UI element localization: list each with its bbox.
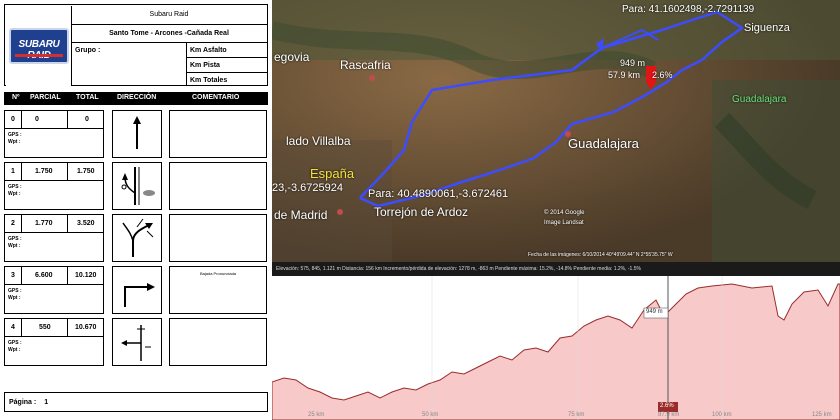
- map-label-espana: España: [310, 166, 355, 181]
- col-direccion: DIRECCIÓN: [117, 94, 157, 101]
- turn-left-icon: [121, 325, 151, 361]
- comment-cell[interactable]: Bajada Pronunciada: [169, 266, 267, 314]
- comment-cell[interactable]: [169, 110, 267, 158]
- elevation-profile[interactable]: 949 m 2.6% 25 km 50 km 75 km 87.9 km 100…: [272, 276, 840, 420]
- row-number: 3: [11, 272, 15, 279]
- row-values: 2 1.770 3.520 GPS : Wpt :: [4, 214, 104, 262]
- row-values: 0 0 0 GPS : Wpt :: [4, 110, 104, 158]
- wpt-label: Wpt :: [8, 191, 21, 197]
- row-number: 1: [11, 168, 15, 175]
- km-totales-field[interactable]: Km Totales: [187, 73, 267, 87]
- map-label-guadalajara: Guadalajara: [568, 136, 639, 151]
- x-tick: 87.9 km: [658, 412, 680, 418]
- grupo-field[interactable]: Grupo :: [71, 43, 187, 85]
- roadbook-row: 4 550 10.670 GPS : Wpt :: [4, 318, 268, 366]
- wpt-label: Wpt :: [8, 139, 21, 145]
- subaru-raid-logo: SUBARU RAID: [6, 6, 72, 86]
- elevation-area: [272, 283, 840, 420]
- map-label-villalba: lado Villalba: [286, 134, 351, 148]
- straight-arrow-icon: [133, 116, 141, 149]
- col-comentario: COMENTARIO: [192, 94, 240, 101]
- roadbook-row: 1 1.750 1.750 GPS : Wpt :: [4, 162, 268, 210]
- map-label-para-bottom: Para: 40.4890061,-3.672461: [368, 188, 509, 200]
- col-parcial: PARCIAL: [30, 94, 61, 101]
- row-total: 3.520: [77, 220, 95, 227]
- col-total: TOTAL: [76, 94, 99, 101]
- gps-label: GPS :: [8, 236, 22, 242]
- marker-distance-label: 57.9 km: [608, 70, 641, 80]
- row-number: 4: [11, 324, 15, 331]
- col-n: Nº: [12, 94, 20, 101]
- gps-label: GPS :: [8, 288, 22, 294]
- row-number: 0: [11, 116, 15, 123]
- row-parcial: 6.600: [35, 272, 53, 279]
- roadbook-header: SUBARU RAID Subaru Raid Santo Tome - Arc…: [4, 4, 268, 86]
- map-copyright: © 2014 Google: [544, 210, 585, 216]
- turn-right-icon: [124, 283, 155, 307]
- row-total: 10.670: [75, 324, 97, 331]
- map-imagery-label: Image Landsat: [544, 220, 584, 226]
- column-header-bar: Nº PARCIAL TOTAL DIRECCIÓN COMENTARIO: [4, 92, 268, 105]
- map-label-torrejon: Torrejón de Ardoz: [374, 205, 469, 219]
- profile-marker-label: 949 m: [646, 309, 663, 315]
- wpt-label: Wpt :: [8, 243, 21, 249]
- direction-cell: [112, 214, 162, 262]
- map-label-madrid: de Madrid: [274, 208, 328, 222]
- roadbook-row: 3 6.600 10.120 GPS : Wpt : Bajada Pronunc…: [4, 266, 268, 314]
- roadbook-row: 2 1.770 3.520 GPS : Wpt :: [4, 214, 268, 262]
- fork-right-icon: [122, 218, 154, 257]
- row-parcial: 0: [35, 116, 39, 123]
- map-label-segovia: egovia: [274, 50, 310, 64]
- comment-cell[interactable]: [169, 162, 267, 210]
- page-indicator: Página : 1: [4, 392, 268, 412]
- marker-elevation-label: 949 m: [620, 58, 646, 68]
- elevation-stats-bar: Elevación: 575, 845, 1.121 m Distancia: …: [272, 262, 840, 276]
- row-parcial: 1.750: [35, 168, 53, 175]
- map-footer-info: Fecha de las imágenes: 6/10/2014 40°49'0…: [528, 252, 673, 258]
- row-values: 4 550 10.670 GPS : Wpt :: [4, 318, 104, 366]
- row-parcial: 550: [39, 324, 51, 331]
- pagina-label: Página :: [9, 399, 37, 406]
- road-junction-icon: [121, 167, 155, 205]
- km-asfalto-field[interactable]: Km Asfalto: [187, 43, 267, 58]
- map-label-siguenza: Siguenza: [744, 22, 790, 34]
- pagina-value: 1: [44, 399, 49, 406]
- map-label-rascafria: Rascafria: [340, 58, 391, 72]
- event-title: Subaru Raid: [71, 5, 267, 25]
- elevation-profile-chart: [272, 276, 840, 420]
- row-values: 3 6.600 10.120 GPS : Wpt :: [4, 266, 104, 314]
- gps-label: GPS :: [8, 184, 22, 190]
- row-total: 1.750: [77, 168, 95, 175]
- km-pista-field[interactable]: Km Pista: [187, 58, 267, 73]
- x-tick: 25 km: [308, 412, 325, 418]
- row-number: 2: [11, 220, 15, 227]
- row-total: 0: [85, 116, 89, 123]
- row-total: 10.120: [75, 272, 97, 279]
- wpt-label: Wpt :: [8, 295, 21, 301]
- direction-cell: [112, 266, 162, 314]
- x-tick: 75 km: [568, 412, 585, 418]
- map-label-coord-left: 23,-3.6725924: [272, 182, 343, 194]
- satellite-map[interactable]: egovia Rascafria Para: 41.1602498,-2.729…: [272, 0, 840, 262]
- row-values: 1 1.750 1.750 GPS : Wpt :: [4, 162, 104, 210]
- gps-label: GPS :: [8, 132, 22, 138]
- comment-cell[interactable]: [169, 318, 267, 366]
- direction-cell: [112, 162, 162, 210]
- map-label-para-top: Para: 41.1602498,-2.7291139: [622, 4, 755, 15]
- direction-cell: [112, 110, 162, 158]
- x-tick: 125 km: [812, 412, 832, 418]
- map-label-guadalajara-region: Guadalajara: [732, 94, 787, 105]
- row-parcial: 1.770: [35, 220, 53, 227]
- direction-cell: [112, 318, 162, 366]
- marker-percent-label: 2.6%: [652, 70, 673, 80]
- gps-label: GPS :: [8, 340, 22, 346]
- roadbook-panel: SUBARU RAID Subaru Raid Santo Tome - Arc…: [0, 0, 272, 420]
- roadbook-row: 0 0 0 GPS : Wpt :: [4, 110, 268, 158]
- x-tick: 50 km: [422, 412, 439, 418]
- x-tick: 100 km: [712, 412, 732, 418]
- profile-cursor-percent: 2.6%: [660, 403, 674, 409]
- route-name: Santo Tome - Arcones -Cañada Real: [71, 25, 267, 43]
- comment-cell[interactable]: [169, 214, 267, 262]
- wpt-label: Wpt :: [8, 347, 21, 353]
